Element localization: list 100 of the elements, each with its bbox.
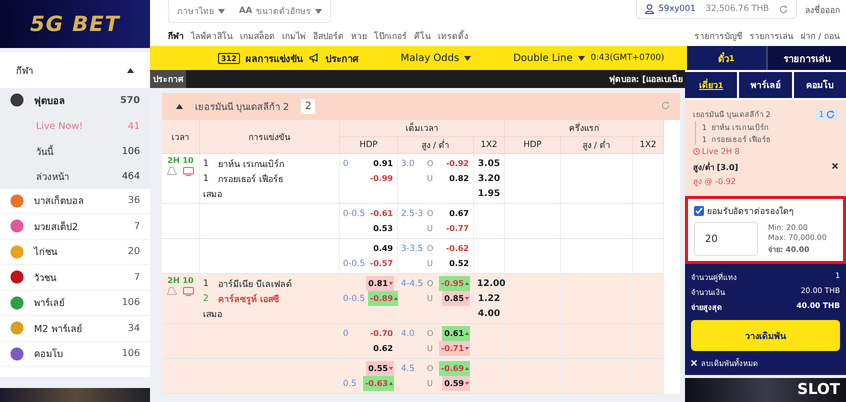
accept-odds-option[interactable]: ยอมรับอัตราต่อรองใดๆ	[694, 204, 837, 218]
bet-market: สูง/ต่ำ [3.0]	[693, 161, 738, 174]
bet-pick: สูง @ -0.92	[693, 176, 737, 188]
stats-icon[interactable]	[167, 167, 177, 175]
nav-item[interactable]: อีสปอร์ต	[313, 29, 344, 43]
table-cell	[561, 274, 633, 324]
nav-item[interactable]: หวย	[351, 29, 367, 43]
under-label: U	[427, 259, 434, 268]
arrow-up-icon	[465, 282, 469, 285]
odds-value[interactable]: 0.67	[447, 206, 470, 221]
logout-link[interactable]: ลงชื่อออก	[805, 2, 840, 16]
over-label: O	[427, 159, 434, 168]
checkbox[interactable]	[694, 206, 704, 216]
odds-value[interactable]: 0.82	[447, 171, 470, 186]
close-icon[interactable]	[832, 162, 838, 168]
nav-item[interactable]: เทรดดิ้ง	[438, 29, 468, 43]
team-number: 1	[203, 158, 210, 168]
nav-item[interactable]: คีโน	[414, 29, 431, 43]
sport-submenu-item[interactable]: วันนี้ 106	[0, 138, 150, 164]
odds-value[interactable]: 12.00	[477, 278, 506, 288]
odds-value[interactable]: -0.61	[368, 206, 394, 221]
nav-item[interactable]: เกมสล็อต	[240, 29, 275, 43]
place-bet-button[interactable]: วางเดิมพัน	[691, 320, 840, 351]
table-cell	[633, 359, 664, 394]
account-link[interactable]: ฝาก / ถอน	[800, 29, 840, 43]
promo-banner[interactable]: SLOT	[685, 378, 846, 402]
arrow-down-icon	[465, 347, 469, 350]
handicap-line: 0-0.5	[343, 258, 365, 268]
account-link[interactable]: รายการบัญชี	[694, 29, 743, 43]
megaphone-icon	[308, 53, 320, 63]
announcements-link[interactable]: ประกาศ	[326, 50, 359, 66]
column-header: HDP	[505, 137, 561, 154]
sport-submenu-item[interactable]: ล่วงหน้า 464	[0, 164, 150, 188]
sport-menu-item[interactable]: ฟุตบอล 570	[0, 88, 150, 114]
announcement-text: ฟุตบอล: [แอลเบเนีย	[608, 74, 684, 86]
odds-value[interactable]: 0.61	[442, 326, 470, 341]
under-label: U	[427, 224, 434, 233]
odds-value[interactable]: 0.53	[371, 221, 394, 236]
handicap-line: 0.5	[343, 378, 357, 388]
account-link[interactable]: รายการเล่น	[750, 29, 794, 43]
total-line: 3-3.5	[401, 244, 424, 254]
odds-value[interactable]: 1.95	[478, 188, 500, 198]
match-time: 2H 10	[166, 276, 195, 285]
odds-type-select[interactable]: Malay Odds	[400, 52, 472, 64]
arrow-down-icon	[465, 382, 469, 385]
team-name: คาร์ลซรูห์ เอสซี	[218, 292, 280, 306]
league-header[interactable]: เยอรมันนี บุนเดสลีก้า 2 2	[162, 93, 680, 120]
total-line: 4.5	[401, 364, 416, 374]
sport-menu-item[interactable]: คอมโบ 106	[0, 342, 150, 367]
odds-value[interactable]: 1.22	[478, 294, 500, 304]
sports-section-header[interactable]: กีฬา	[0, 52, 150, 88]
over-label: O	[427, 244, 434, 253]
nav-item[interactable]: เกมไพ่	[282, 29, 306, 43]
nav-item[interactable]: โป๊กเกอร์	[374, 29, 407, 43]
stats-icon[interactable]	[167, 287, 177, 295]
odds-value[interactable]: 0.59	[442, 376, 470, 391]
bet-type-tab[interactable]: คอมโบ	[794, 72, 846, 98]
refresh-icon[interactable]	[661, 100, 670, 110]
draw-label: เสมอ	[203, 308, 222, 320]
bet-type-tab[interactable]: เดี่ยว$^{1}$	[685, 72, 738, 98]
balance-text: 32,506.76 THB	[706, 4, 769, 14]
odds-value[interactable]: 0.91	[371, 156, 394, 171]
nav-item[interactable]: ไลฟ์คาสิโน	[191, 29, 233, 43]
column-header: การแข่งขัน	[200, 120, 340, 154]
odds-value[interactable]: 0.81	[366, 276, 394, 291]
tv-icon[interactable]	[183, 287, 194, 296]
line-mode-select[interactable]: Double Line	[513, 52, 585, 64]
odds-value[interactable]: 3.20	[478, 174, 500, 184]
under-label: U	[427, 379, 434, 388]
column-header: 1X2	[633, 137, 664, 154]
bet-type-tab[interactable]: พาร์เลย์	[739, 72, 792, 98]
total-line: 4-4.5	[401, 278, 424, 288]
refresh-icon[interactable]	[779, 4, 788, 14]
odds-value[interactable]: -0.92	[444, 156, 470, 171]
column-group-header: เต็มเวลา	[340, 120, 505, 137]
refresh-icon[interactable]	[826, 110, 835, 118]
caret-icon	[218, 8, 225, 14]
results-link[interactable]: ผลการแข่งขัน	[246, 50, 303, 66]
odds-value[interactable]: 0.49	[371, 241, 394, 256]
betslip-tab[interactable]: ตั๋ว$^{1}$	[685, 46, 766, 70]
odds-value[interactable]: 0.85	[442, 291, 470, 306]
odds-value[interactable]: -0.99	[368, 171, 394, 186]
odds-value[interactable]: 4.00	[478, 308, 500, 318]
odds-value[interactable]: 0.62	[371, 341, 394, 356]
odds-value[interactable]: -0.57	[368, 256, 394, 271]
odds-value[interactable]: 3.05	[478, 158, 500, 168]
language-select[interactable]: ภาษาไทย	[177, 4, 225, 18]
table-cell	[561, 239, 633, 274]
stake-input[interactable]: 20	[694, 222, 758, 256]
odds-value[interactable]: 0.52	[447, 256, 470, 271]
odds-value[interactable]: -0.77	[444, 221, 470, 236]
font-size-select[interactable]: AA ขนาดตัวอักษร	[239, 4, 322, 18]
odds-value[interactable]: -0.62	[444, 241, 470, 256]
odds-value[interactable]: -0.70	[368, 326, 394, 341]
betslip-tab[interactable]: รายการเล่น	[766, 46, 846, 70]
odds-value[interactable]: 0.55	[366, 361, 394, 376]
tv-icon[interactable]	[183, 167, 194, 176]
nav-item[interactable]: กีฬา	[168, 29, 184, 43]
username-link[interactable]: 59xy001	[644, 4, 696, 14]
close-icon	[691, 360, 697, 366]
